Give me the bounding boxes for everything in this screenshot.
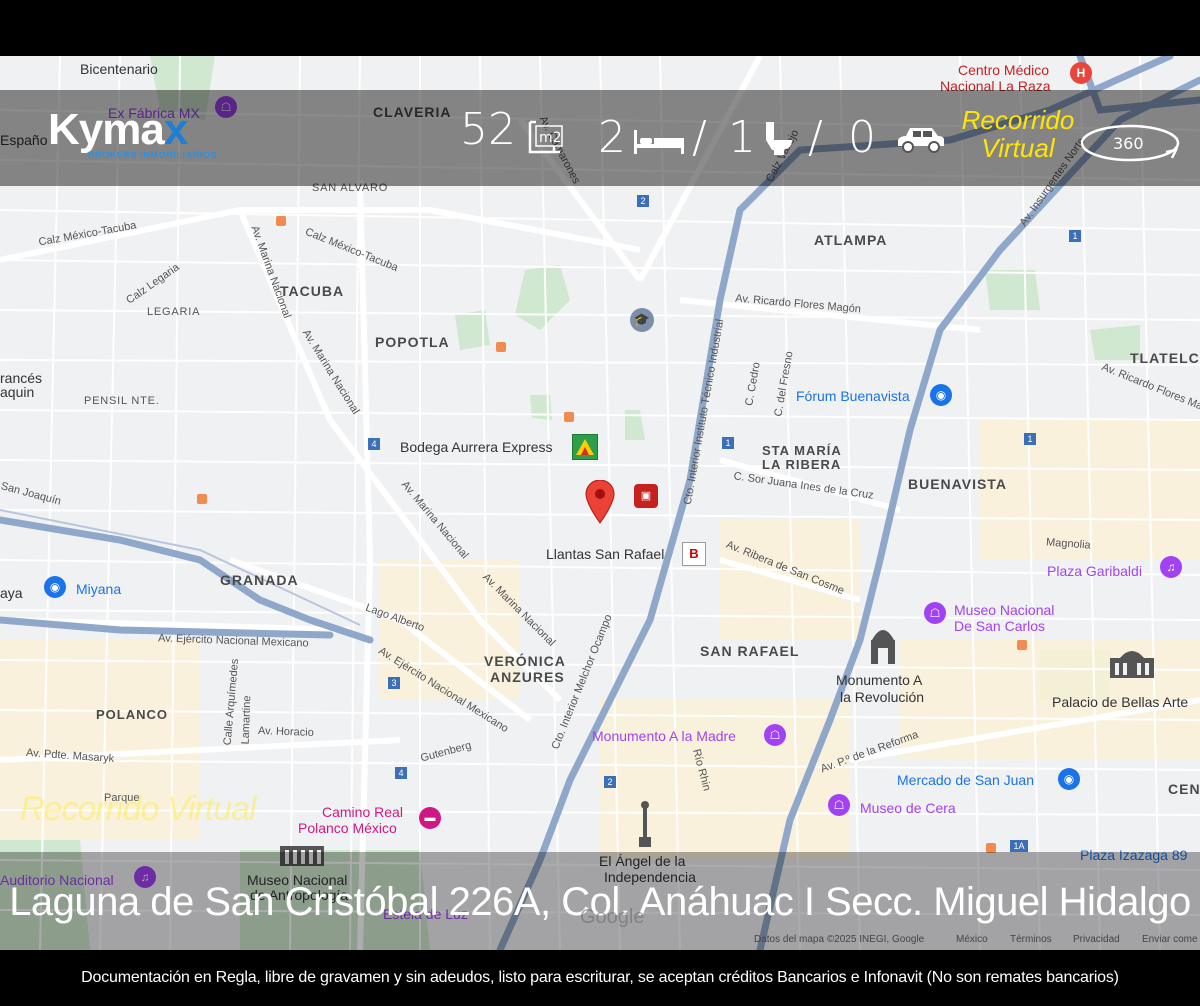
transit-stop-icon[interactable] (1017, 640, 1027, 650)
area-m2-icon: m2 (526, 116, 566, 156)
send-feedback-link[interactable]: Enviar come (1142, 934, 1198, 945)
museum-icon[interactable]: ☖ (924, 602, 946, 624)
place-label[interactable]: Bicentenario (80, 61, 158, 77)
place-label: aya (0, 585, 23, 601)
place-label[interactable]: Camino Real (322, 804, 403, 820)
place-label[interactable]: Palacio de Bellas Arte (1052, 694, 1188, 710)
footer-note: Documentación en Regla, libre de gravame… (81, 969, 1119, 986)
school-icon[interactable]: 🎓 (630, 308, 654, 332)
store-logo-icon[interactable] (572, 434, 598, 460)
footer-bar: Documentación en Regla, libre de gravame… (0, 950, 1200, 1006)
map-attribution: Datos del mapa ©2025 INEGI, Google (754, 934, 925, 945)
neighborhood-label: ANZURES (490, 669, 565, 685)
top-black-bar (0, 0, 1200, 56)
place-label[interactable]: Centro Médico (958, 62, 1049, 78)
route-shield-icon: 1 (1024, 433, 1036, 445)
place-label: aquin (0, 384, 35, 400)
bed-icon (632, 126, 686, 156)
place-label[interactable]: Monumento A la Madre (592, 728, 736, 744)
brand-logo[interactable]: Kymax BROKERS INMOBILIARIOS (48, 105, 218, 161)
place-label[interactable]: Bodega Aurrera Express (400, 439, 553, 455)
parking-count: 0 (848, 112, 876, 163)
place-label[interactable]: Fórum Buenavista (796, 388, 910, 404)
shopping-bag-icon[interactable]: ◉ (930, 384, 952, 406)
place-label[interactable]: la Revolución (840, 689, 924, 705)
route-shield-icon: 1A (1010, 840, 1028, 852)
palace-icon[interactable] (1108, 644, 1156, 680)
neighborhood-label: ATLAMPA (814, 232, 888, 248)
place-label[interactable]: Monumento A (836, 672, 922, 688)
hotel-icon[interactable]: ▬ (419, 807, 441, 829)
separator: / (808, 112, 823, 163)
street-label: Lamartine (239, 695, 254, 745)
google-logo: Google (580, 906, 645, 928)
transit-stop-icon[interactable] (496, 342, 506, 352)
music-icon[interactable]: ♫ (1160, 556, 1182, 578)
place-label[interactable]: Museo de Cera (860, 800, 956, 816)
toilet-icon (762, 120, 798, 156)
street-label: Av. Horacio (257, 725, 315, 739)
transit-stop-icon[interactable] (564, 412, 574, 422)
museum-icon[interactable]: ☖ (764, 724, 786, 746)
place-label[interactable]: Museo Nacional (954, 602, 1054, 618)
atm-icon[interactable]: ▣ (634, 484, 658, 508)
neighborhood-label: POPOTLA (375, 334, 450, 350)
terms-link[interactable]: Términos (1010, 934, 1052, 945)
route-shield-icon: 1 (1069, 230, 1081, 242)
route-shield-icon: 1 (722, 437, 734, 449)
place-label[interactable]: De San Carlos (954, 618, 1045, 634)
privacy-link[interactable]: Privacidad (1073, 934, 1120, 945)
neighborhood-label: GRANADA (220, 572, 299, 588)
route-shield-icon: 2 (637, 195, 649, 207)
neighborhood-label: PENSIL NTE. (84, 395, 160, 407)
museum-icon[interactable]: ☖ (828, 794, 850, 816)
shopping-bag-icon[interactable]: ◉ (1058, 768, 1080, 790)
place-label[interactable]: Miyana (76, 581, 121, 597)
place-label[interactable]: Plaza Garibaldi (1047, 563, 1142, 579)
svg-text:360: 360 (1113, 134, 1144, 153)
monument-revolution-icon[interactable] (866, 620, 900, 666)
svg-text:m2: m2 (539, 130, 562, 146)
angel-monument-icon[interactable] (636, 801, 654, 849)
brand-name: Kymax (48, 105, 188, 154)
place-label[interactable]: Mercado de San Juan (897, 772, 1034, 788)
route-shield-icon: 2 (604, 776, 616, 788)
tour-line1: Recorrido (961, 105, 1075, 135)
hospital-icon[interactable]: H (1070, 62, 1092, 84)
tire-shop-icon[interactable]: B (682, 542, 706, 566)
neighborhood-label: LEGARIA (147, 306, 201, 318)
neighborhood-label: TLATELC (1130, 350, 1200, 366)
separator: / (692, 112, 707, 163)
route-shield-icon: 3 (388, 677, 400, 689)
place-label[interactable]: Polanco México (298, 820, 397, 836)
location-pin-icon[interactable] (585, 480, 615, 524)
bathrooms-count: 1 (728, 112, 756, 163)
area-value: 52 (460, 104, 516, 155)
transit-stop-icon[interactable] (276, 216, 286, 226)
virtual-tour-label[interactable]: Recorrido Virtual (956, 106, 1080, 162)
place-label[interactable]: Llantas San Rafael (546, 546, 664, 562)
route-shield-icon: 4 (395, 767, 407, 779)
country-link[interactable]: México (956, 934, 988, 945)
neighborhood-label: BUENAVISTA (908, 476, 1007, 492)
bedrooms-count: 2 (598, 112, 626, 163)
360-view-icon[interactable]: 360 (1080, 120, 1184, 166)
neighborhood-label: STA MARÍA (762, 443, 842, 458)
shopping-bag-icon[interactable]: ◉ (44, 576, 66, 598)
neighborhood-label: POLANCO (96, 707, 168, 722)
brand-subtitle: BROKERS INMOBILIARIOS (88, 150, 218, 160)
route-shield-icon: 4 (368, 438, 380, 450)
neighborhood-label: LA RIBERA (762, 457, 842, 472)
transit-stop-icon[interactable] (197, 494, 207, 504)
neighborhood-label: SAN RAFAEL (700, 643, 800, 659)
car-icon (894, 124, 948, 156)
neighborhood-label: VERÓNICA (484, 653, 566, 669)
neighborhood-label: CEN (1168, 781, 1200, 797)
tour-line2: Virtual (981, 133, 1055, 163)
neighborhood-label: TACUBA (280, 283, 345, 299)
virtual-tour-watermark: Recorrido Virtual (20, 790, 257, 828)
